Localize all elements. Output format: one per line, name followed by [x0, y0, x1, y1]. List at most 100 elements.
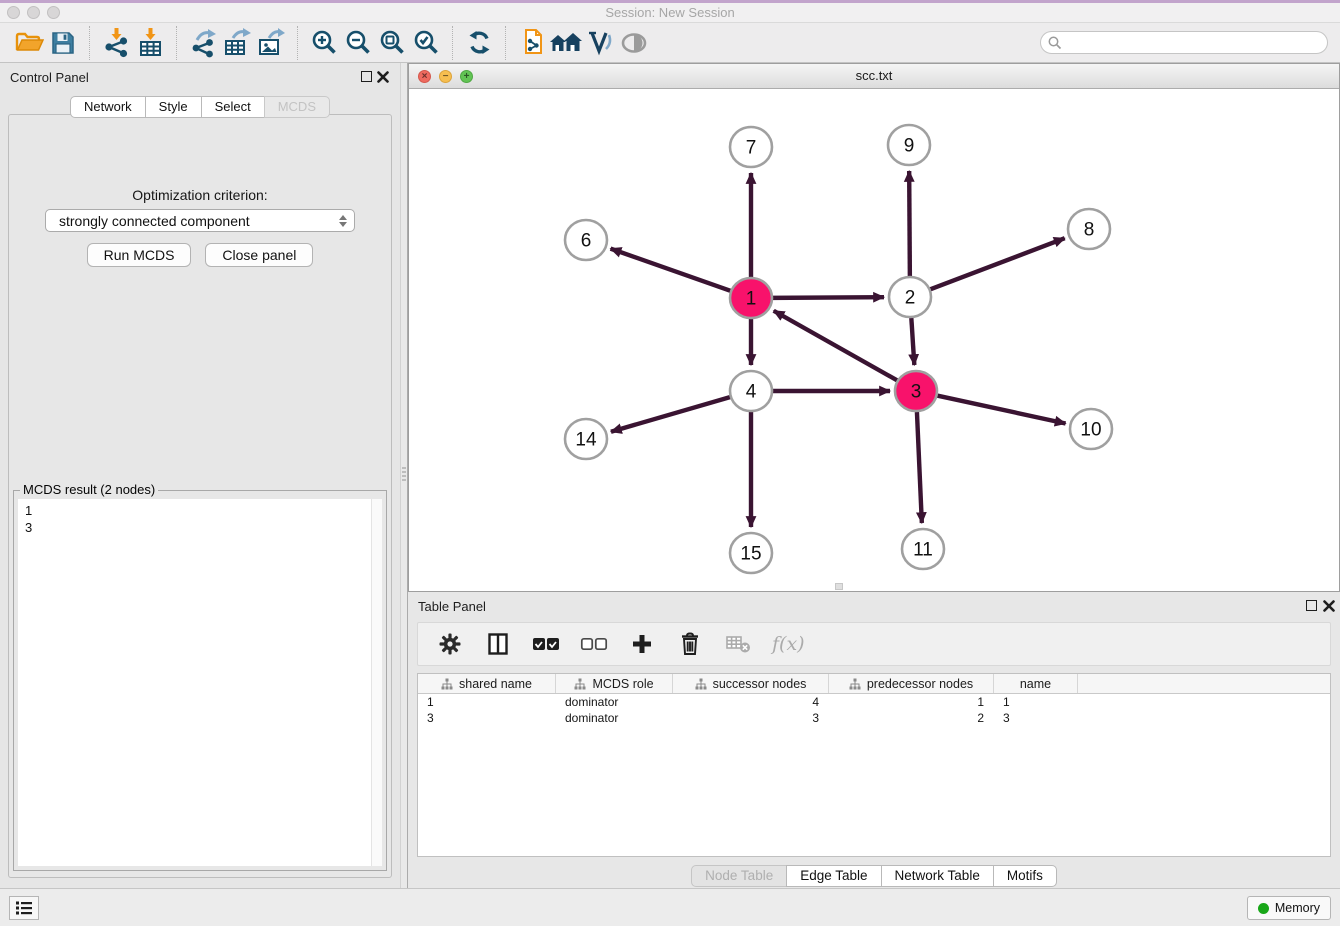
table-cell: 1: [418, 694, 556, 710]
graph-node-label-9: 9: [904, 136, 915, 157]
search-input[interactable]: [1066, 32, 1327, 53]
result-scrollbar[interactable]: [371, 499, 382, 866]
export-network-icon[interactable]: [186, 26, 220, 60]
select-all-icon[interactable]: [532, 630, 560, 658]
app-titlebar: Session: New Session: [0, 3, 1340, 22]
toolbar-separator: [452, 26, 453, 60]
import-network-icon[interactable]: [99, 26, 133, 60]
delete-column-icon[interactable]: [676, 630, 704, 658]
close-panel-icon[interactable]: [377, 71, 389, 83]
delete-table-icon[interactable]: [724, 630, 752, 658]
close-table-panel-icon[interactable]: [1323, 600, 1335, 612]
save-session-icon[interactable]: [46, 26, 80, 60]
memory-button[interactable]: Memory: [1247, 896, 1331, 920]
splitter-grip[interactable]: [402, 467, 406, 483]
graph-edge-4-14[interactable]: [611, 397, 731, 432]
table-cell: 3: [418, 710, 556, 726]
tab-motifs[interactable]: Motifs: [993, 865, 1057, 887]
toolbar-separator: [89, 26, 90, 60]
run-mcds-button[interactable]: Run MCDS: [87, 243, 192, 267]
tab-select[interactable]: Select: [201, 96, 265, 118]
graph-node-label-7: 7: [746, 138, 757, 159]
table-cell: dominator: [556, 710, 673, 726]
float-table-panel-icon[interactable]: [1306, 600, 1317, 611]
graph-edge-1-2[interactable]: [772, 297, 884, 298]
column-header-shared-name[interactable]: shared name: [418, 674, 556, 693]
graph-edge-3-11[interactable]: [917, 412, 922, 523]
graph-node-label-1: 1: [746, 289, 757, 310]
hierarchy-icon: [574, 678, 586, 690]
apply-style-icon[interactable]: [583, 26, 617, 60]
deselect-all-icon[interactable]: [580, 630, 608, 658]
zoom-fit-icon[interactable]: [375, 26, 409, 60]
table-settings-icon[interactable]: [436, 630, 464, 658]
graph-edge-2-8[interactable]: [930, 238, 1065, 289]
status-bar: Memory: [0, 888, 1340, 926]
table-row[interactable]: 3dominator323: [418, 710, 1330, 726]
zoom-in-icon[interactable]: [307, 26, 341, 60]
open-session-icon[interactable]: [12, 26, 46, 60]
tab-network[interactable]: Network: [70, 96, 146, 118]
export-image-icon[interactable]: [254, 26, 288, 60]
function-builder-icon[interactable]: f(x): [772, 630, 805, 658]
mcds-result-text[interactable]: 1 3: [18, 499, 382, 866]
mcds-result-box: MCDS result (2 nodes) 1 3: [13, 490, 387, 871]
graph-edge-2-3[interactable]: [911, 318, 914, 365]
window-title: Session: New Session: [0, 5, 1340, 20]
tab-edge-table[interactable]: Edge Table: [786, 865, 881, 887]
network-view-window: × − + scc.txt 1234678910111415: [408, 63, 1340, 592]
apply-layout-icon[interactable]: [462, 26, 496, 60]
column-header-MCDS-role[interactable]: MCDS role: [556, 674, 673, 693]
table-cell: 3: [673, 710, 829, 726]
graph-node-label-2: 2: [905, 288, 916, 309]
panel-splitter[interactable]: [400, 63, 408, 888]
tab-style[interactable]: Style: [145, 96, 202, 118]
export-table-icon[interactable]: [220, 26, 254, 60]
graph-edge-3-1[interactable]: [774, 311, 898, 381]
table-row[interactable]: 1dominator411: [418, 694, 1330, 710]
table-panel-header: Table Panel: [408, 592, 1340, 618]
table-cell: 4: [673, 694, 829, 710]
table-panel: Table Panel: [408, 592, 1340, 888]
show-all-networks-icon[interactable]: [549, 26, 583, 60]
graph-edge-2-9[interactable]: [909, 171, 910, 276]
column-chooser-icon[interactable]: [484, 630, 512, 658]
search-box: [1040, 31, 1328, 54]
import-table-icon[interactable]: [133, 26, 167, 60]
column-header-predecessor-nodes[interactable]: predecessor nodes: [829, 674, 994, 693]
task-history-button[interactable]: [9, 896, 39, 920]
network-window-title: scc.txt: [409, 68, 1339, 83]
column-header-successor-nodes[interactable]: successor nodes: [673, 674, 829, 693]
table-toolbar: f(x): [417, 622, 1331, 666]
hide-selected-icon[interactable]: [617, 26, 651, 60]
graph-node-label-11: 11: [913, 540, 933, 561]
criterion-dropdown[interactable]: strongly connected component: [45, 209, 355, 232]
network-graph-canvas[interactable]: 1234678910111415: [409, 89, 1339, 591]
hierarchy-icon: [849, 678, 861, 690]
graph-node-label-6: 6: [581, 231, 592, 252]
float-panel-icon[interactable]: [361, 71, 372, 82]
graph-edge-1-6[interactable]: [611, 249, 732, 291]
control-panel: Control Panel NetworkStyleSelectMCDS Opt…: [0, 63, 400, 888]
graph-node-label-14: 14: [575, 430, 597, 451]
graph-edge-3-10[interactable]: [937, 395, 1066, 423]
clone-network-icon[interactable]: [515, 26, 549, 60]
control-panel-title: Control Panel: [10, 70, 89, 85]
canvas-resize-grip[interactable]: [835, 583, 843, 590]
table-cell: dominator: [556, 694, 673, 710]
zoom-out-icon[interactable]: [341, 26, 375, 60]
zoom-selected-icon[interactable]: [409, 26, 443, 60]
column-header-name[interactable]: name: [994, 674, 1078, 693]
criterion-dropdown-value: strongly connected component: [59, 213, 250, 229]
hierarchy-icon: [695, 678, 707, 690]
network-window-titlebar[interactable]: × − + scc.txt: [409, 64, 1339, 89]
tab-network-table[interactable]: Network Table: [881, 865, 994, 887]
toolbar-separator: [505, 26, 506, 60]
mcds-panel: Optimization criterion: strongly connect…: [8, 114, 392, 878]
control-panel-header: Control Panel: [0, 63, 400, 91]
tab-node-table[interactable]: Node Table: [691, 865, 787, 887]
add-column-icon[interactable]: [628, 630, 656, 658]
optimization-criterion-label: Optimization criterion:: [9, 187, 391, 203]
close-panel-button[interactable]: Close panel: [205, 243, 313, 267]
tab-mcds[interactable]: MCDS: [264, 96, 330, 118]
